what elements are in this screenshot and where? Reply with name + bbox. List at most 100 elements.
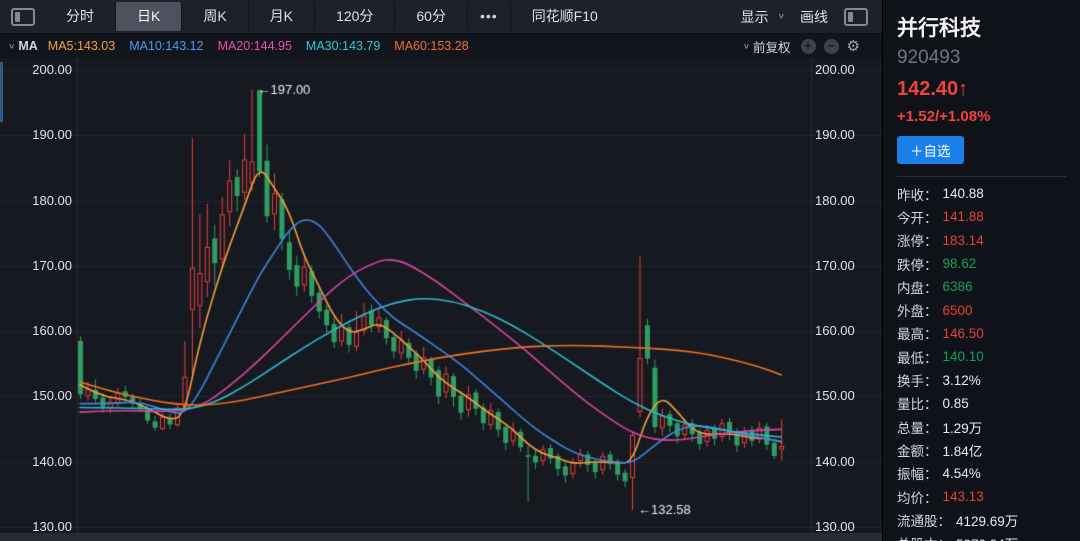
price-change: +1.52/+1.08% (897, 108, 1080, 125)
y-axis-label-right: 190.00 (815, 127, 855, 143)
stat-value: 3.12% (943, 373, 981, 388)
tab-minute[interactable]: 分时 (45, 2, 115, 31)
y-axis-label-left: 190.00 (0, 127, 72, 143)
stat-value: 4.54% (943, 466, 981, 481)
chevron-down-icon[interactable]: ∨ (8, 42, 15, 51)
stat-label: 流通股： (897, 510, 951, 530)
stat-label: 换手： (897, 370, 938, 390)
chevron-down-icon: ∨ (743, 42, 750, 51)
adjust-mode-select[interactable]: 前复权 (753, 37, 791, 56)
y-axis-label-right: 140.00 (815, 454, 855, 470)
y-axis-label-left: 160.00 (0, 323, 72, 339)
stat-label: 振幅： (897, 463, 938, 483)
stock-app-window: 分时 日K 周K 月K 120分 60分 ••• 同花顺F10 显示 ∨ 画线 … (0, 0, 1080, 541)
ma-legend-bar: ∨ MA MA5:143.03 MA10:143.12 MA20:144.95 … (0, 34, 882, 58)
ma-indicator-label[interactable]: MA (18, 39, 37, 53)
stat-value: 143.13 (943, 489, 984, 504)
y-axis-label-left: 140.00 (0, 454, 72, 470)
tab-ths-f10[interactable]: 同花顺F10 (510, 2, 619, 31)
stat-value: 141.88 (943, 209, 984, 224)
stat-label: 内盘： (897, 277, 938, 297)
stat-value: 4129.69万 (956, 510, 1018, 530)
stat-label: 量比： (897, 393, 938, 413)
quote-panel: 并行科技 920493 142.40↑ +1.52/+1.08% ＋自选 昨收：… (882, 0, 1080, 541)
more-periods-button[interactable]: ••• (467, 2, 510, 31)
stat-row: 最高： 146.50 (897, 322, 1080, 345)
stat-row: 内盘： 6386 (897, 275, 1080, 298)
stat-value: 6500 (943, 303, 973, 318)
layout-panel-right-icon[interactable] (844, 8, 868, 26)
kline-chart-area: 200.00 200.00 190.00 190.00 180.00 180.00 170.… (0, 58, 882, 533)
tab-daily-k[interactable]: 日K (115, 2, 181, 31)
stat-row: 换手： 3.12% (897, 368, 1080, 391)
chevron-down-icon: ∨ (778, 12, 785, 21)
stat-label: 总股本： (897, 533, 951, 541)
stat-label: 今开： (897, 207, 938, 227)
zoom-out-button[interactable]: − (824, 39, 839, 54)
stat-row: 总量：1.29万 (897, 415, 1080, 438)
current-price: 142.40↑ (897, 78, 1080, 101)
stat-label: 昨收： (897, 184, 938, 204)
stat-row: 振幅： 4.54% (897, 462, 1080, 485)
y-axis-label-right: 200.00 (815, 62, 855, 78)
stat-label: 最低： (897, 347, 938, 367)
ma60-legend: MA60:153.28 (394, 39, 468, 53)
panel-divider (897, 176, 1066, 177)
tab-120min[interactable]: 120分 (314, 2, 394, 31)
stat-value: 1.29万 (943, 417, 983, 437)
layout-panel-icon[interactable] (11, 8, 35, 26)
left-pane-handle[interactable] (0, 62, 3, 122)
ma30-legend: MA30:143.79 (306, 39, 380, 53)
stat-label: 总量： (897, 417, 938, 437)
stat-label: 均价： (897, 487, 938, 507)
y-axis-label-right: 180.00 (815, 193, 855, 209)
stat-value: 183.14 (943, 233, 984, 248)
zoom-in-button[interactable]: + (801, 39, 816, 54)
ma10-legend: MA10:143.12 (129, 39, 203, 53)
tab-monthly-k[interactable]: 月K (248, 2, 314, 31)
stat-row: 跌停： 98.62 (897, 252, 1080, 275)
stat-row: 金额：1.84亿 (897, 438, 1080, 461)
stat-row: 最低： 140.10 (897, 345, 1080, 368)
stat-row: 外盘： 6500 (897, 298, 1080, 321)
stat-value: 5970.94万 (956, 533, 1018, 541)
stat-value: 0.85 (943, 396, 969, 411)
tab-60min[interactable]: 60分 (394, 2, 467, 31)
stat-value: 1.84亿 (943, 440, 983, 460)
stat-value: 6386 (943, 279, 973, 294)
period-toolbar: 分时 日K 周K 月K 120分 60分 ••• 同花顺F10 显示 ∨ 画线 (0, 0, 882, 34)
stat-label: 金额： (897, 440, 938, 460)
stat-row: 今开： 141.88 (897, 205, 1080, 228)
stat-label: 跌停： (897, 254, 938, 274)
stat-label: 涨停： (897, 230, 938, 250)
y-axis-label-right: 160.00 (815, 323, 855, 339)
volume-pane-edge (0, 533, 882, 541)
stock-code: 920493 (897, 47, 1080, 69)
stock-name: 并行科技 (897, 12, 1080, 42)
gear-icon[interactable]: ⚙ (847, 39, 860, 54)
y-axis-label-right: 170.00 (815, 258, 855, 274)
stat-value: 146.50 (943, 326, 984, 341)
draw-line-button[interactable]: 画线 (800, 7, 828, 27)
y-axis-label-left: 180.00 (0, 193, 72, 209)
y-axis-label-right: 150.00 (815, 388, 855, 404)
stat-value: 98.62 (943, 256, 977, 271)
kline-chart[interactable] (0, 58, 882, 533)
display-menu[interactable]: 显示 (741, 7, 769, 27)
y-axis-label-left: 150.00 (0, 388, 72, 404)
stat-value: 140.10 (943, 349, 984, 364)
stat-row: 流通股：4129.69万 (897, 508, 1080, 531)
add-watchlist-button[interactable]: ＋自选 (897, 136, 964, 164)
y-axis-label-left: 170.00 (0, 258, 72, 274)
stat-row: 均价： 143.13 (897, 485, 1080, 508)
y-axis-label-left: 200.00 (0, 62, 72, 78)
ma5-legend: MA5:143.03 (48, 39, 115, 53)
stat-row: 涨停： 183.14 (897, 229, 1080, 252)
stats-list: 昨收： 140.88 今开： 141.88 涨停： 183.14 跌停： 98.62 内盘： 63… (897, 182, 1080, 541)
stat-label: 外盘： (897, 300, 938, 320)
tab-weekly-k[interactable]: 周K (181, 2, 247, 31)
stat-value: 140.88 (943, 186, 984, 201)
ma20-legend: MA20:144.95 (218, 39, 292, 53)
stat-label: 最高： (897, 323, 938, 343)
stat-row: 昨收： 140.88 (897, 182, 1080, 205)
